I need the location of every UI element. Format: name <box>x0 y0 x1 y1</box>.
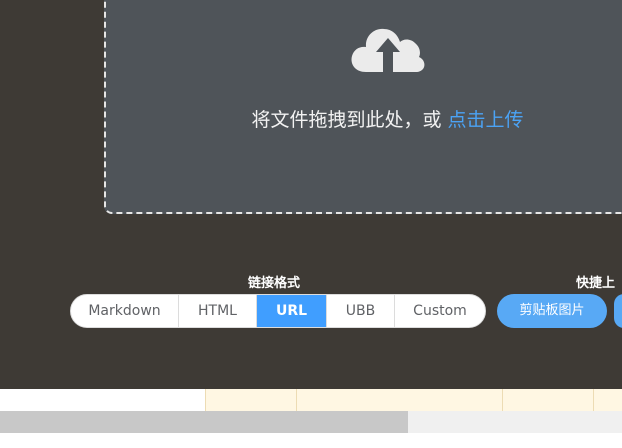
format-option-custom[interactable]: Custom <box>395 295 485 327</box>
link-format-label: 链接格式 <box>248 276 301 291</box>
column-divider <box>593 389 594 411</box>
column-divider <box>502 389 503 411</box>
format-option-html[interactable]: HTML <box>179 295 257 327</box>
column-divider <box>296 389 297 411</box>
click-upload-link[interactable]: 点击上传 <box>448 109 524 131</box>
link-format-selector: Markdown HTML URL UBB Custom <box>70 294 486 328</box>
upload-prompt-text: 将文件拖拽到此处，或 <box>251 109 442 131</box>
quick-upload-next-button[interactable] <box>614 294 622 328</box>
content-table-strip <box>0 389 622 411</box>
quick-upload-label: 快捷上 <box>576 276 616 291</box>
column-divider <box>205 389 206 411</box>
horizontal-scrollbar[interactable] <box>0 411 622 433</box>
format-option-ubb[interactable]: UBB <box>327 295 395 327</box>
upload-page: 将文件拖拽到此处，或 点击上传 链接格式 Markdown HTML URL U… <box>0 0 622 448</box>
upload-instructions: 将文件拖拽到此处，或 点击上传 <box>0 105 622 132</box>
format-option-url[interactable]: URL <box>257 295 327 327</box>
scrollbar-thumb[interactable] <box>0 411 408 433</box>
page-footer-area <box>0 433 622 448</box>
cloud-upload-icon <box>351 28 425 72</box>
format-option-markdown[interactable]: Markdown <box>71 295 179 327</box>
table-cell-blank <box>0 389 205 411</box>
clipboard-image-button[interactable]: 剪贴板图片 <box>497 294 607 328</box>
